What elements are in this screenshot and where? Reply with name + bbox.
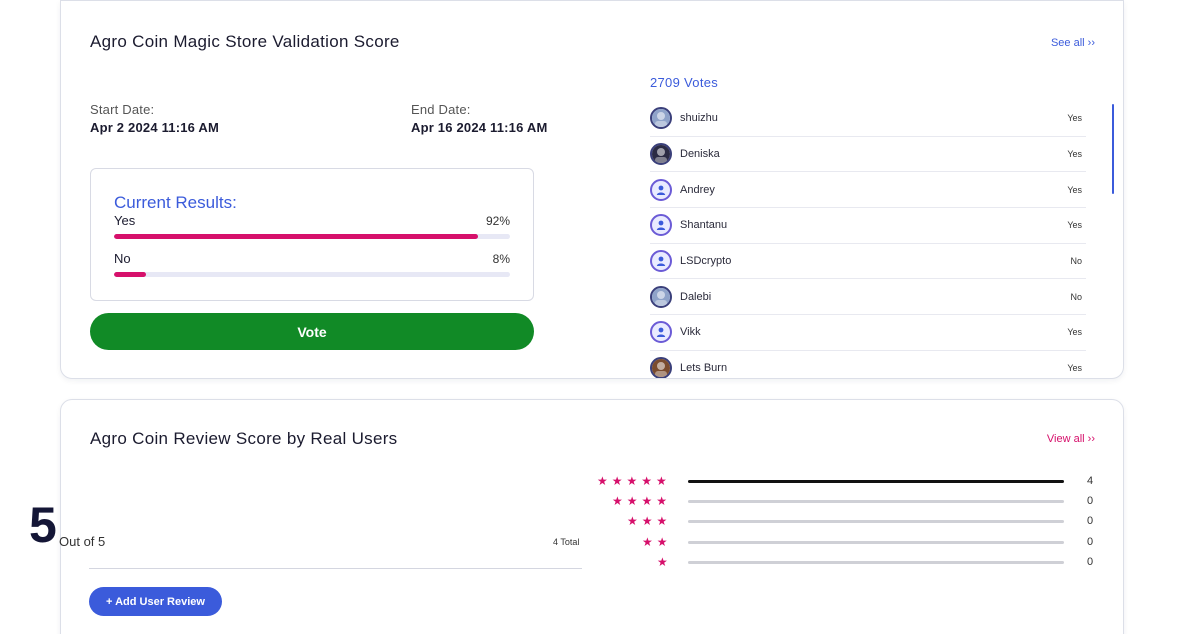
rating-row-5-star: ★★★★★ 4 [597, 474, 1100, 488]
rating-bar-fill [688, 480, 1064, 483]
current-results-panel: Current Results: Yes 92% No 8% [90, 168, 534, 301]
voter-name: Dalebi [680, 290, 712, 303]
voters-scrollbar[interactable] [1112, 104, 1114, 194]
voter-row[interactable]: Deniska Yes [650, 137, 1086, 173]
rating-row-1-star: ★ 0 [600, 555, 1100, 569]
default-user-icon [650, 321, 672, 344]
vote-button[interactable]: Vote [90, 313, 534, 350]
rating-bar [688, 520, 1064, 523]
end-date-value: Apr 16 2024 11:16 AM [411, 120, 548, 135]
option-no-label: No [114, 251, 131, 266]
voter-answer: No [1070, 291, 1082, 302]
rating-bar [688, 500, 1064, 503]
review-divider [89, 568, 582, 569]
star-icons: ★ [657, 555, 672, 569]
see-all-link[interactable]: See all ›› [1051, 37, 1095, 49]
option-yes-bar [114, 234, 510, 239]
current-results-title: Current Results: [114, 193, 237, 212]
review-title: Agro Coin Review Score by Real Users [90, 429, 398, 448]
review-out-of: Out of 5 [59, 534, 106, 549]
voter-row[interactable]: Shantanu Yes [650, 208, 1086, 244]
option-no-bar-fill [114, 272, 146, 277]
add-user-review-button[interactable]: + Add User Review [89, 587, 222, 616]
voter-row[interactable]: shuizhu Yes [650, 101, 1086, 137]
rating-count: 4 [1087, 475, 1094, 487]
user-avatar [650, 285, 672, 308]
review-score: 5 [29, 497, 57, 553]
star-icons: ★★ [642, 535, 672, 549]
voter-name: LSDcrypto [680, 255, 732, 268]
votes-count: 2709 Votes [650, 75, 719, 90]
start-date-label: Start Date: [90, 102, 155, 117]
option-no-bar [114, 272, 510, 277]
voter-row[interactable]: Dalebi No [650, 279, 1086, 316]
voter-name: Andrey [680, 183, 715, 196]
rating-count: 0 [1087, 515, 1094, 527]
option-yes-label: Yes [114, 213, 136, 228]
option-yes-percent: 92% [485, 214, 510, 228]
voter-answer: Yes [1067, 149, 1082, 160]
user-avatar [650, 357, 672, 378]
rating-count: 0 [1087, 495, 1094, 507]
voter-row[interactable]: Lets Burn Yes [650, 351, 1086, 378]
rating-count: 0 [1087, 536, 1094, 548]
voter-answer: Yes [1067, 220, 1082, 231]
voter-name: Lets Burn [680, 362, 728, 375]
rating-row-4-star: ★★★★ 0 [600, 494, 1100, 508]
voter-answer: Yes [1067, 363, 1082, 374]
rating-row-2-star: ★★ 0 [600, 535, 1100, 549]
option-no-percent: 8% [492, 252, 510, 266]
star-icons: ★★★★★ [597, 474, 671, 488]
voter-answer: Yes [1067, 327, 1082, 338]
voter-name: Shantanu [680, 219, 728, 232]
voter-row[interactable]: Vikk Yes [650, 315, 1086, 351]
default-user-icon [650, 178, 672, 201]
star-icons: ★★★ [627, 514, 672, 528]
user-avatar [650, 143, 672, 166]
voter-answer: Yes [1067, 184, 1082, 195]
voter-row[interactable]: LSDcrypto No [650, 244, 1086, 280]
voters-list[interactable]: shuizhu Yes Deniska Yes Andrey Yes Shantanu Yes… [650, 101, 1086, 378]
voter-name: Deniska [680, 148, 720, 161]
rating-count: 0 [1087, 556, 1094, 568]
rating-bar [688, 480, 1064, 483]
voter-answer: Yes [1067, 113, 1082, 124]
validation-card: Agro Coin Magic Store Validation Score S… [60, 0, 1124, 379]
view-all-link[interactable]: View all ›› [1047, 433, 1095, 445]
star-icons: ★★★★ [612, 494, 672, 508]
validation-title: Agro Coin Magic Store Validation Score [90, 32, 400, 51]
rating-row-3-star: ★★★ 0 [600, 514, 1100, 528]
review-total: 4 Total [553, 537, 580, 547]
option-yes-bar-fill [114, 234, 479, 239]
voter-name: Vikk [680, 326, 701, 339]
default-user-icon [650, 250, 672, 273]
user-avatar [650, 107, 672, 130]
rating-bar [688, 541, 1064, 544]
start-date-value: Apr 2 2024 11:16 AM [90, 120, 220, 135]
end-date-label: End Date: [411, 102, 471, 117]
default-user-icon [650, 214, 672, 237]
rating-bar [688, 561, 1064, 564]
voter-name: shuizhu [680, 112, 718, 125]
voter-row[interactable]: Andrey Yes [650, 172, 1086, 209]
voter-answer: No [1070, 256, 1082, 267]
